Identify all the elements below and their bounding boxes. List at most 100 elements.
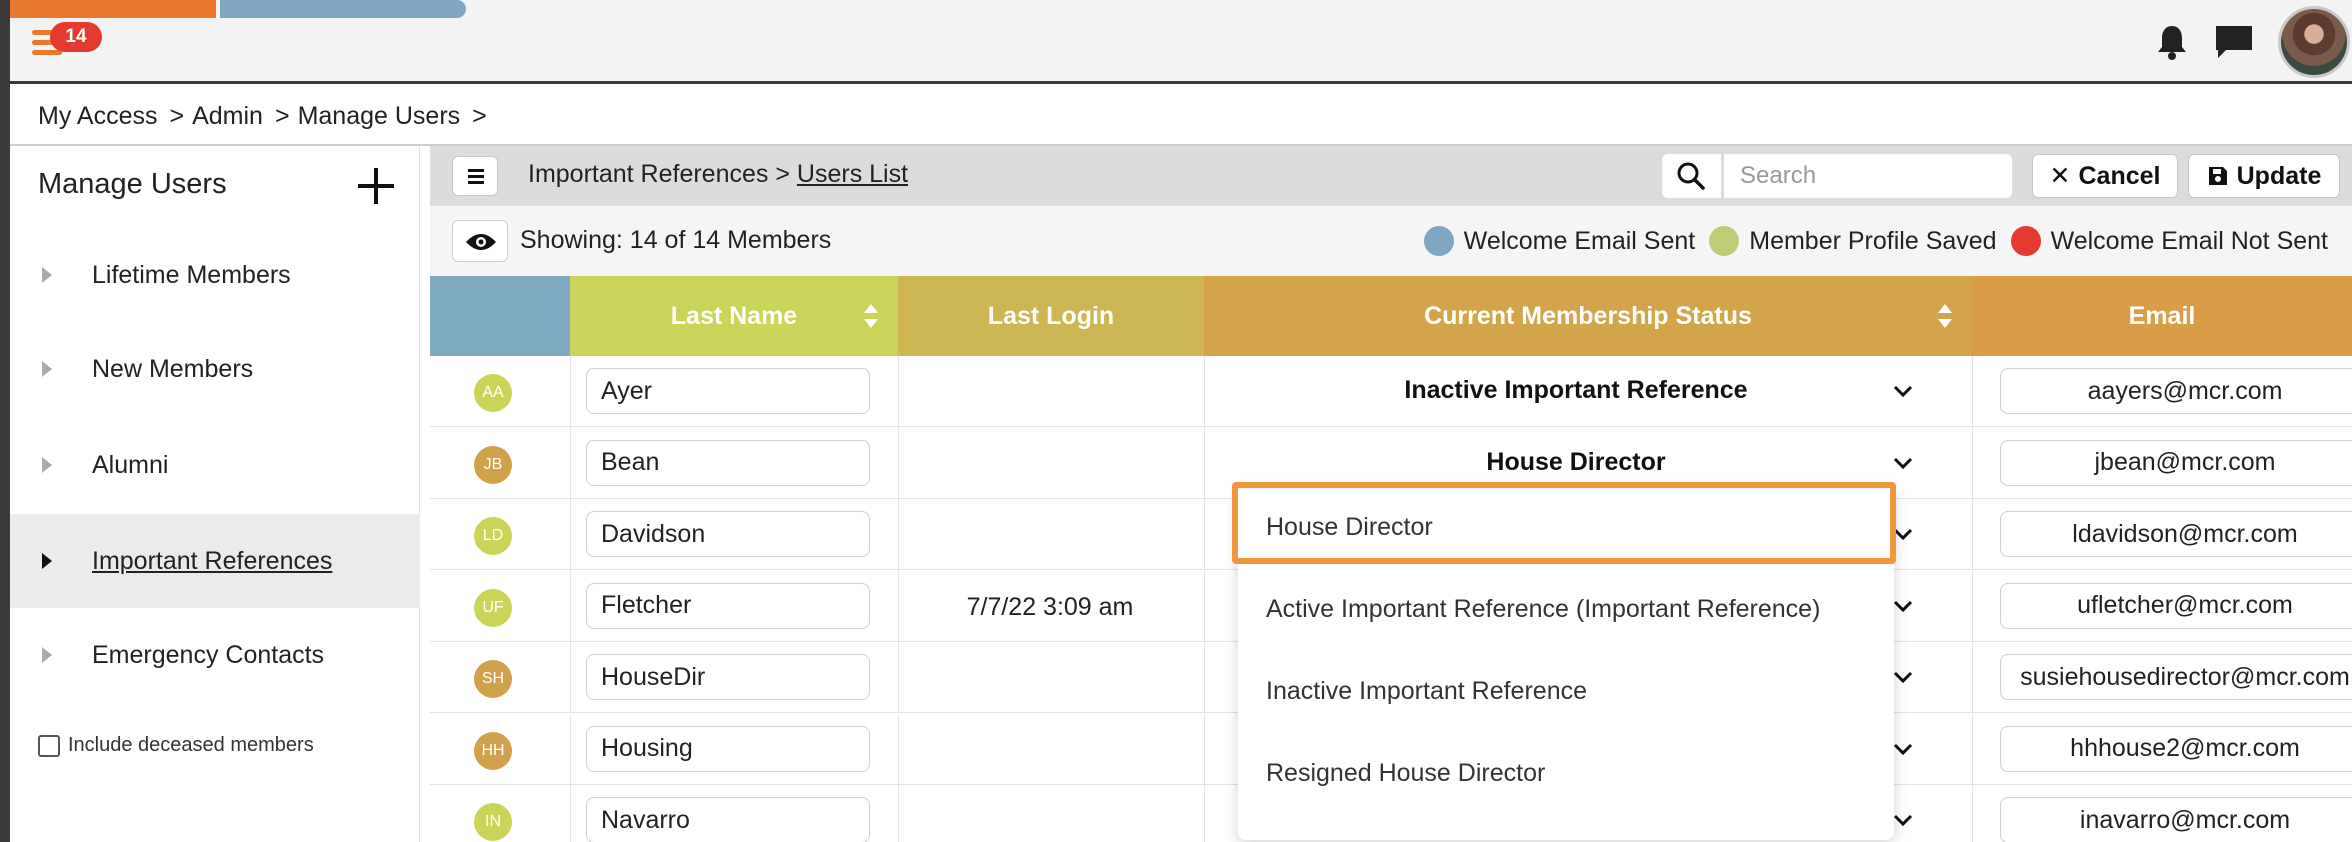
column-header-label: Last Name [670, 301, 798, 330]
cell-divider [898, 713, 899, 785]
email-field[interactable] [2000, 725, 2352, 772]
sidebar-item-label: Emergency Contacts [92, 640, 325, 669]
dropdown-option[interactable]: Resigned House Director [1238, 732, 1894, 814]
avatar[interactable] [2278, 6, 2350, 78]
last-login: 7/7/22 3:09 am [966, 592, 1134, 621]
column-header-last-login[interactable]: Last Login [898, 276, 1204, 356]
legend-label: Welcome Email Not Sent [2050, 226, 2328, 255]
email-field[interactable] [2000, 368, 2352, 414]
sidebar-item-label: New Members [92, 354, 254, 383]
cell-divider [1972, 570, 1973, 642]
cell-divider [898, 499, 899, 570]
email-field[interactable] [2000, 511, 2352, 557]
bell-icon[interactable] [2152, 22, 2192, 62]
cancel-label: Cancel [2078, 161, 2161, 190]
panel-crumb-current[interactable]: Users List [797, 160, 908, 188]
caret-right-icon [42, 457, 52, 473]
cell-divider [1972, 713, 1973, 785]
column-header-label: Last Login [987, 301, 1115, 330]
checkbox-icon[interactable] [38, 734, 60, 757]
dropdown-option[interactable]: Inactive Important Reference [1238, 650, 1894, 732]
add-user-button[interactable] [356, 166, 396, 206]
last-name-field[interactable] [586, 582, 870, 629]
sidebar-item-important-references[interactable]: Important References [10, 514, 420, 608]
legend-dot-welcome-sent [1423, 226, 1454, 256]
dropdown-option[interactable]: House Director [1238, 486, 1894, 568]
cancel-button[interactable]: ✕ Cancel [2032, 154, 2178, 198]
search-button[interactable] [1662, 154, 1722, 198]
cell-divider [570, 427, 571, 499]
breadcrumb: My Access > Admin > Manage Users > [38, 98, 495, 134]
breadcrumb-separator: > [169, 101, 185, 130]
caret-right-icon [42, 267, 52, 283]
last-name-field[interactable] [586, 654, 870, 700]
sidebar-item-alumni[interactable]: Alumni [10, 418, 420, 512]
search-input[interactable] [1724, 154, 2012, 198]
progress-strip-orange [10, 0, 216, 18]
email-field[interactable] [2000, 582, 2352, 629]
cell-divider [1204, 642, 1205, 713]
email-field[interactable] [2000, 654, 2352, 700]
member-initials-badge: IN [474, 803, 512, 841]
cell-divider [898, 570, 899, 642]
cell-divider [570, 356, 571, 427]
member-initials-badge: LD [474, 517, 512, 555]
include-deceased-checkbox[interactable]: Include deceased members [38, 734, 314, 757]
cell-divider [1204, 713, 1205, 785]
table-row[interactable]: AA Inactive Important Reference [430, 356, 2352, 427]
panel-crumb-parent[interactable]: Important References > [528, 160, 790, 188]
membership-status-select[interactable]: Inactive Important Reference [1205, 376, 1947, 405]
membership-status-dropdown[interactable]: House Director Active Important Referenc… [1232, 482, 1896, 840]
sort-icon[interactable] [1938, 304, 1952, 328]
save-icon [2208, 167, 2227, 185]
caret-right-icon [42, 647, 52, 663]
eye-icon [466, 234, 496, 250]
cell-divider [570, 642, 571, 713]
dropdown-option[interactable]: Active Important Reference (Important Re… [1238, 568, 1894, 650]
cell-divider [1972, 356, 1973, 427]
last-name-field[interactable] [586, 439, 870, 486]
sidebar-item-lifetime-members[interactable]: Lifetime Members [10, 228, 420, 322]
cell-divider [1204, 785, 1205, 842]
chevron-down-icon[interactable] [1888, 448, 1918, 478]
close-icon: ✕ [2049, 162, 2071, 190]
column-header-label: Current Membership Status [1424, 301, 1752, 330]
member-initials-badge: AA [474, 374, 512, 412]
member-initials-badge: UF [474, 588, 512, 627]
update-button[interactable]: Update [2188, 154, 2340, 198]
column-header-email[interactable]: Email [1972, 276, 2352, 356]
column-header-membership-status[interactable]: Current Membership Status [1204, 276, 1972, 356]
cell-divider [570, 499, 571, 570]
membership-status-select[interactable]: House Director [1205, 448, 1947, 477]
sort-icon[interactable] [864, 304, 878, 328]
cell-divider [1972, 499, 1973, 570]
table-header: Last Name Last Login Current Membership … [430, 276, 2352, 356]
email-field[interactable] [2000, 439, 2352, 486]
email-field[interactable] [2000, 797, 2352, 842]
breadcrumb-separator: > [274, 101, 290, 130]
legend-row: Showing: 14 of 14 Members Welcome Email … [430, 206, 2352, 276]
notification-badge: 14 [50, 22, 102, 52]
column-header-last-name[interactable]: Last Name [570, 276, 898, 356]
visibility-toggle-button[interactable] [452, 220, 508, 262]
hamburger-button[interactable] [452, 156, 498, 196]
cell-divider [1204, 570, 1205, 642]
breadcrumb-manage-users[interactable]: Manage Users [298, 102, 461, 131]
caret-right-icon [42, 361, 52, 377]
chevron-down-icon[interactable] [1888, 376, 1918, 406]
last-name-field[interactable] [586, 725, 870, 772]
sidebar-item-label: Alumni [92, 450, 169, 479]
breadcrumb-my-access[interactable]: My Access [38, 102, 157, 131]
last-name-field[interactable] [586, 797, 870, 842]
breadcrumb-admin[interactable]: Admin [192, 102, 263, 131]
sidebar-item-new-members[interactable]: New Members [10, 322, 420, 416]
last-name-field[interactable] [586, 511, 870, 557]
panel-header: Important References > Users List ✕ Canc… [430, 146, 2352, 206]
sidebar: Manage Users Lifetime Members New Member… [10, 146, 420, 842]
cell-divider [570, 713, 571, 785]
sidebar-title: Manage Users [38, 168, 227, 200]
sidebar-item-emergency-contacts[interactable]: Emergency Contacts [10, 608, 420, 702]
last-name-field[interactable] [586, 368, 870, 414]
chat-icon[interactable] [2212, 22, 2256, 62]
include-deceased-label: Include deceased members [68, 734, 314, 756]
